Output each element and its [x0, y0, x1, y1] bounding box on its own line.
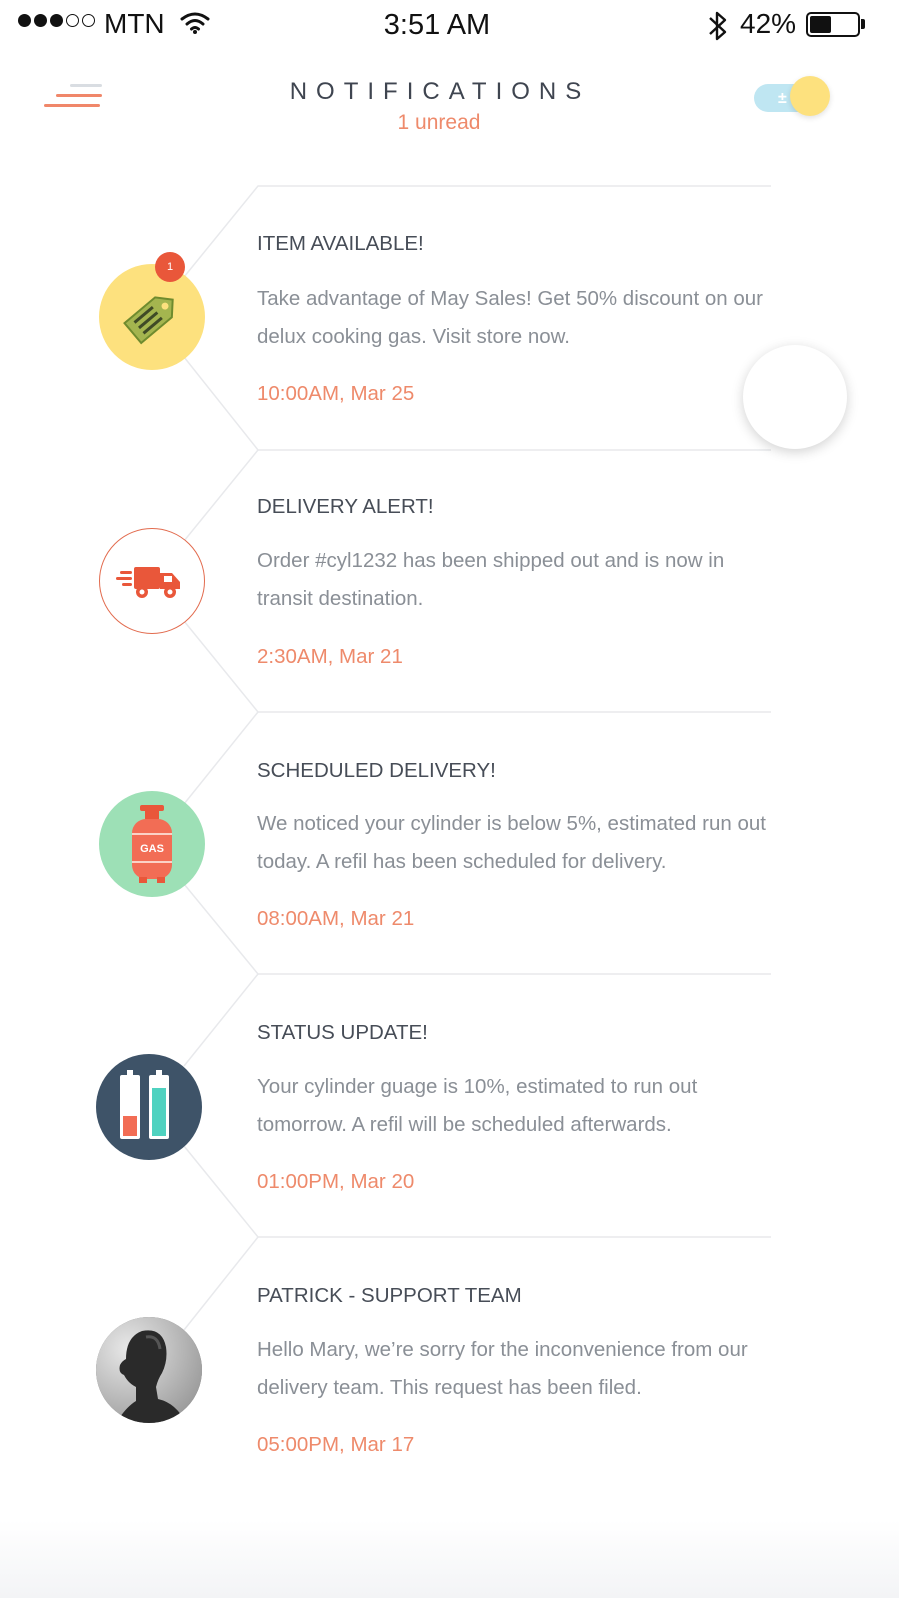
notification-time: 01:00PM, Mar 20 — [257, 1170, 415, 1193]
gas-cylinder-icon[interactable]: GAS — [99, 791, 205, 897]
notification-title: DELIVERY ALERT! — [257, 495, 434, 518]
notification-time: 08:00AM, Mar 21 — [257, 907, 415, 930]
notification-body: Hello Mary, we’re sorry for the inconven… — [257, 1338, 748, 1399]
battery-gauge-icon[interactable] — [96, 1054, 202, 1160]
notification-title: PATRICK - SUPPORT TEAM — [257, 1284, 522, 1307]
floating-action-button[interactable] — [743, 345, 847, 449]
notification-title: SCHEDULED DELIVERY! — [257, 759, 496, 782]
notification-body: Take advantage of May Sales! Get 50% dis… — [257, 287, 763, 348]
gas-label: GAS — [140, 843, 164, 855]
delivery-truck-icon[interactable] — [99, 528, 205, 634]
notification-body: Your cylinder guage is 10%, estimated to… — [257, 1075, 698, 1136]
notification-time: 2:30AM, Mar 21 — [257, 645, 403, 668]
notification-time: 10:00AM, Mar 25 — [257, 382, 415, 405]
notification-time: 05:00PM, Mar 17 — [257, 1433, 415, 1456]
price-tag-icon[interactable] — [99, 264, 205, 370]
notification-body: Order #cyl1232 has been shipped out and … — [257, 549, 725, 610]
avatar[interactable] — [96, 1317, 202, 1423]
bottom-fade — [0, 1520, 899, 1598]
notification-body: We noticed your cylinder is below 5%, es… — [257, 812, 766, 873]
notification-title: STATUS UPDATE! — [257, 1021, 428, 1044]
notification-item[interactable]: PATRICK - SUPPORT TEAM Hello Mary, we’re… — [0, 0, 899, 1456]
